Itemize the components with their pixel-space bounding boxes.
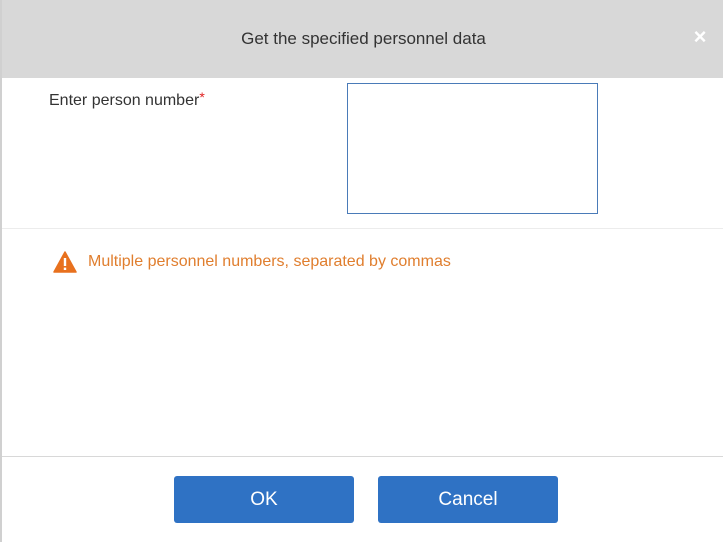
dialog-title: Get the specified personnel data [241, 29, 486, 48]
cancel-button[interactable]: Cancel [378, 476, 558, 523]
person-number-label: Enter person number* [49, 89, 205, 110]
warning-icon [53, 251, 77, 273]
dialog-titlebar: Get the specified personnel data × [2, 0, 723, 78]
required-marker: * [199, 89, 205, 105]
person-number-label-text: Enter person number [49, 92, 200, 109]
divider [2, 228, 723, 229]
hint-text: Multiple personnel numbers, separated by… [88, 253, 451, 270]
close-icon[interactable]: × [687, 24, 713, 50]
ok-button[interactable]: OK [174, 476, 354, 523]
hint-message: Multiple personnel numbers, separated by… [53, 249, 451, 275]
personnel-data-dialog: Get the specified personnel data × Enter… [0, 0, 723, 542]
footer-divider [2, 456, 723, 457]
person-number-input[interactable] [347, 83, 598, 214]
